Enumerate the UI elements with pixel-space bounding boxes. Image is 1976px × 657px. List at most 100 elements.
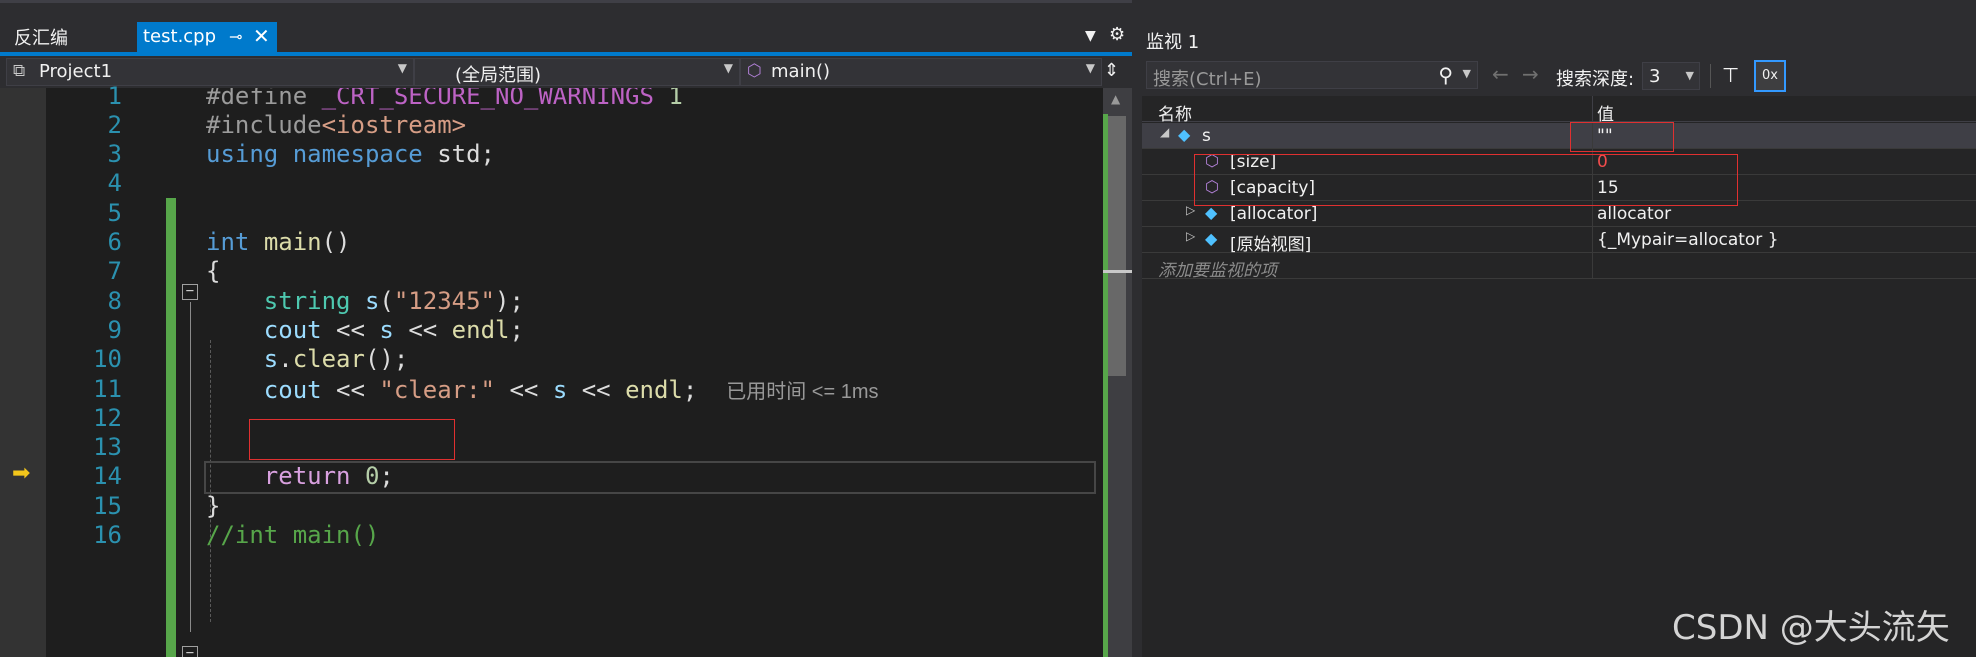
search-depth-value: 3	[1649, 66, 1661, 87]
code-line-6: int main()	[206, 228, 351, 256]
function-dropdown[interactable]: ⬡ main() ▼	[740, 58, 1102, 86]
line-number: 8	[107, 287, 122, 315]
line-number: 6	[107, 228, 122, 256]
watch-column-header: 名称 值	[1142, 96, 1976, 125]
watch-row-name: [原始视图]	[1230, 235, 1312, 255]
cube-icon: ◆	[1178, 125, 1191, 144]
code-text-area[interactable]: #define _CRT_SECURE_NO_WARNINGS 1 #inclu…	[188, 88, 1103, 657]
watch-row-name: s	[1202, 126, 1211, 146]
chevron-down-icon: ▼	[397, 61, 407, 75]
current-statement-arrow-icon: ➡	[12, 461, 31, 486]
code-line-11: cout << "clear:" << s << endl; 已用时间 <= 1…	[263, 376, 879, 404]
line-number-margin: 1 2 3 4 5 6 7 8 9 10 11 12 13 14 15 16	[46, 82, 166, 657]
watch-add-item-row[interactable]: 添加要监视的项	[1142, 253, 1976, 281]
scope-dropdown[interactable]: (全局范围) ▼	[414, 58, 740, 86]
code-line-9: cout << s << endl;	[263, 316, 524, 344]
editor-vertical-scrollbar[interactable]: ▲	[1103, 88, 1132, 657]
breakpoint-gutter[interactable]: ➡	[0, 88, 46, 657]
expand-triangle-icon[interactable]: ▷	[1186, 229, 1195, 243]
hex-display-toggle[interactable]: 0x	[1754, 60, 1786, 92]
search-icon[interactable]: ⚲	[1438, 63, 1453, 87]
line-number: 16	[93, 521, 122, 549]
gear-icon[interactable]: ⚙	[1109, 24, 1125, 45]
method-icon: ⬡	[747, 61, 762, 81]
column-divider	[1592, 227, 1593, 253]
line-number: 13	[93, 433, 122, 461]
watch-row-raw-view[interactable]: ▷ ◆ [原始视图] {_Mypair=allocator }	[1142, 227, 1976, 255]
watch-row-value[interactable]: allocator	[1597, 204, 1671, 224]
watch-row-name: [allocator]	[1230, 204, 1318, 224]
search-depth-label: 搜索深度:	[1556, 69, 1635, 90]
perf-tip-elapsed-time[interactable]: 已用时间 <= 1ms	[726, 381, 878, 403]
pin-source-icon[interactable]: ⊤	[1722, 63, 1739, 87]
code-line-7: {	[206, 257, 221, 285]
project-icon: ⧉	[13, 61, 26, 81]
tab-test-cpp-label: test.cpp	[143, 26, 217, 47]
scrollbar-caret-marker	[1103, 270, 1132, 273]
chevron-down-icon: ▼	[1685, 69, 1694, 82]
code-line-1: #define _CRT_SECURE_NO_WARNINGS 1	[206, 88, 683, 110]
code-line-8: string s("12345");	[263, 287, 524, 315]
line-number: 11	[93, 375, 122, 403]
scroll-up-icon[interactable]: ▲	[1111, 92, 1120, 106]
tab-test-cpp[interactable]: test.cpp ⊸ ✕	[137, 22, 277, 55]
annotation-box-s-value	[1570, 122, 1674, 152]
line-number: 12	[93, 404, 122, 432]
watch-search-placeholder: 搜索(Ctrl+E)	[1153, 69, 1262, 90]
chevron-down-icon[interactable]: ▼	[1463, 67, 1471, 80]
tab-bar-top-border	[0, 0, 1132, 3]
pin-icon[interactable]: ⊸	[229, 27, 242, 46]
chevron-down-icon: ▼	[1085, 61, 1095, 75]
scope-dropdown-label: (全局范围)	[455, 65, 542, 86]
column-name-header[interactable]: 名称	[1158, 100, 1192, 125]
code-line-2: #include<iostream>	[206, 111, 467, 139]
line-number: 2	[107, 111, 122, 139]
cube-icon: ◆	[1205, 229, 1218, 248]
annotation-box-size-capacity	[1194, 154, 1738, 206]
search-depth-dropdown[interactable]: 3 ▼	[1642, 62, 1700, 90]
tab-disassembly[interactable]: 反汇编	[14, 24, 68, 50]
function-dropdown-label: main()	[771, 61, 831, 82]
line-number: 5	[107, 199, 122, 227]
watch-toolbar: 搜索(Ctrl+E) ⚲ ▼ ← → 搜索深度: 3 ▼ ⊤ 0x	[1142, 56, 1976, 96]
line-number: 9	[107, 316, 122, 344]
code-line-16: //int main()	[206, 521, 380, 549]
arrow-right-icon[interactable]: →	[1522, 62, 1539, 86]
change-tracking-bar	[166, 198, 176, 657]
column-divider	[1592, 253, 1593, 279]
watch-row-s[interactable]: ◢ ◆ s ""	[1142, 123, 1976, 149]
watch-titlebar: 监视 1	[1142, 0, 1976, 56]
line-number: 3	[107, 140, 122, 168]
watch-row-value[interactable]: {_Mypair=allocator }	[1597, 230, 1779, 250]
line-number: 14	[93, 462, 122, 490]
code-line-14: return 0;	[263, 462, 394, 490]
split-window-icon[interactable]: ⇕	[1104, 60, 1119, 81]
line-number: 4	[107, 169, 122, 197]
watch-title: 监视 1	[1146, 32, 1200, 53]
code-line-3: using namespace std;	[206, 140, 495, 168]
navigation-bar: ⧉ Project1 ▼ (全局范围) ▼ ⬡ main() ▼ ⇕	[0, 56, 1132, 88]
arrow-left-icon[interactable]: ←	[1492, 62, 1509, 86]
pane-splitter[interactable]	[1132, 0, 1142, 657]
code-line-10: s.clear();	[263, 345, 409, 373]
project-dropdown-label: Project1	[39, 61, 113, 82]
line-number: 7	[107, 257, 122, 285]
chevron-down-icon: ▼	[723, 61, 733, 75]
hex-toggle-label: 0x	[1762, 68, 1778, 83]
watch-search-input[interactable]: 搜索(Ctrl+E) ⚲ ▼	[1146, 61, 1478, 90]
line-number: 15	[93, 492, 122, 520]
tab-list-dropdown-icon[interactable]: ▼	[1085, 28, 1096, 44]
close-icon[interactable]: ✕	[253, 24, 270, 48]
line-number: 10	[93, 345, 122, 373]
code-editor-pane: 反汇编 test.cpp ⊸ ✕ ▼ ⚙ ⧉ Project1 ▼ (全局范围)…	[0, 0, 1132, 657]
document-tab-bar: 反汇编 test.cpp ⊸ ✕ ▼ ⚙	[0, 0, 1132, 56]
watch-window: 监视 1 搜索(Ctrl+E) ⚲ ▼ ← → 搜索深度: 3 ▼ ⊤ 0x 名…	[1142, 0, 1976, 657]
add-watch-placeholder: 添加要监视的项	[1158, 261, 1277, 281]
toolbar-separator	[1710, 64, 1711, 88]
line-number: 1	[107, 82, 122, 110]
collapse-triangle-icon[interactable]: ◢	[1160, 125, 1169, 139]
code-line-15: }	[206, 492, 221, 520]
watermark: CSDN @大头流矢	[1672, 608, 1950, 648]
column-divider[interactable]	[1592, 96, 1593, 122]
scrollbar-thumb[interactable]	[1108, 116, 1126, 376]
